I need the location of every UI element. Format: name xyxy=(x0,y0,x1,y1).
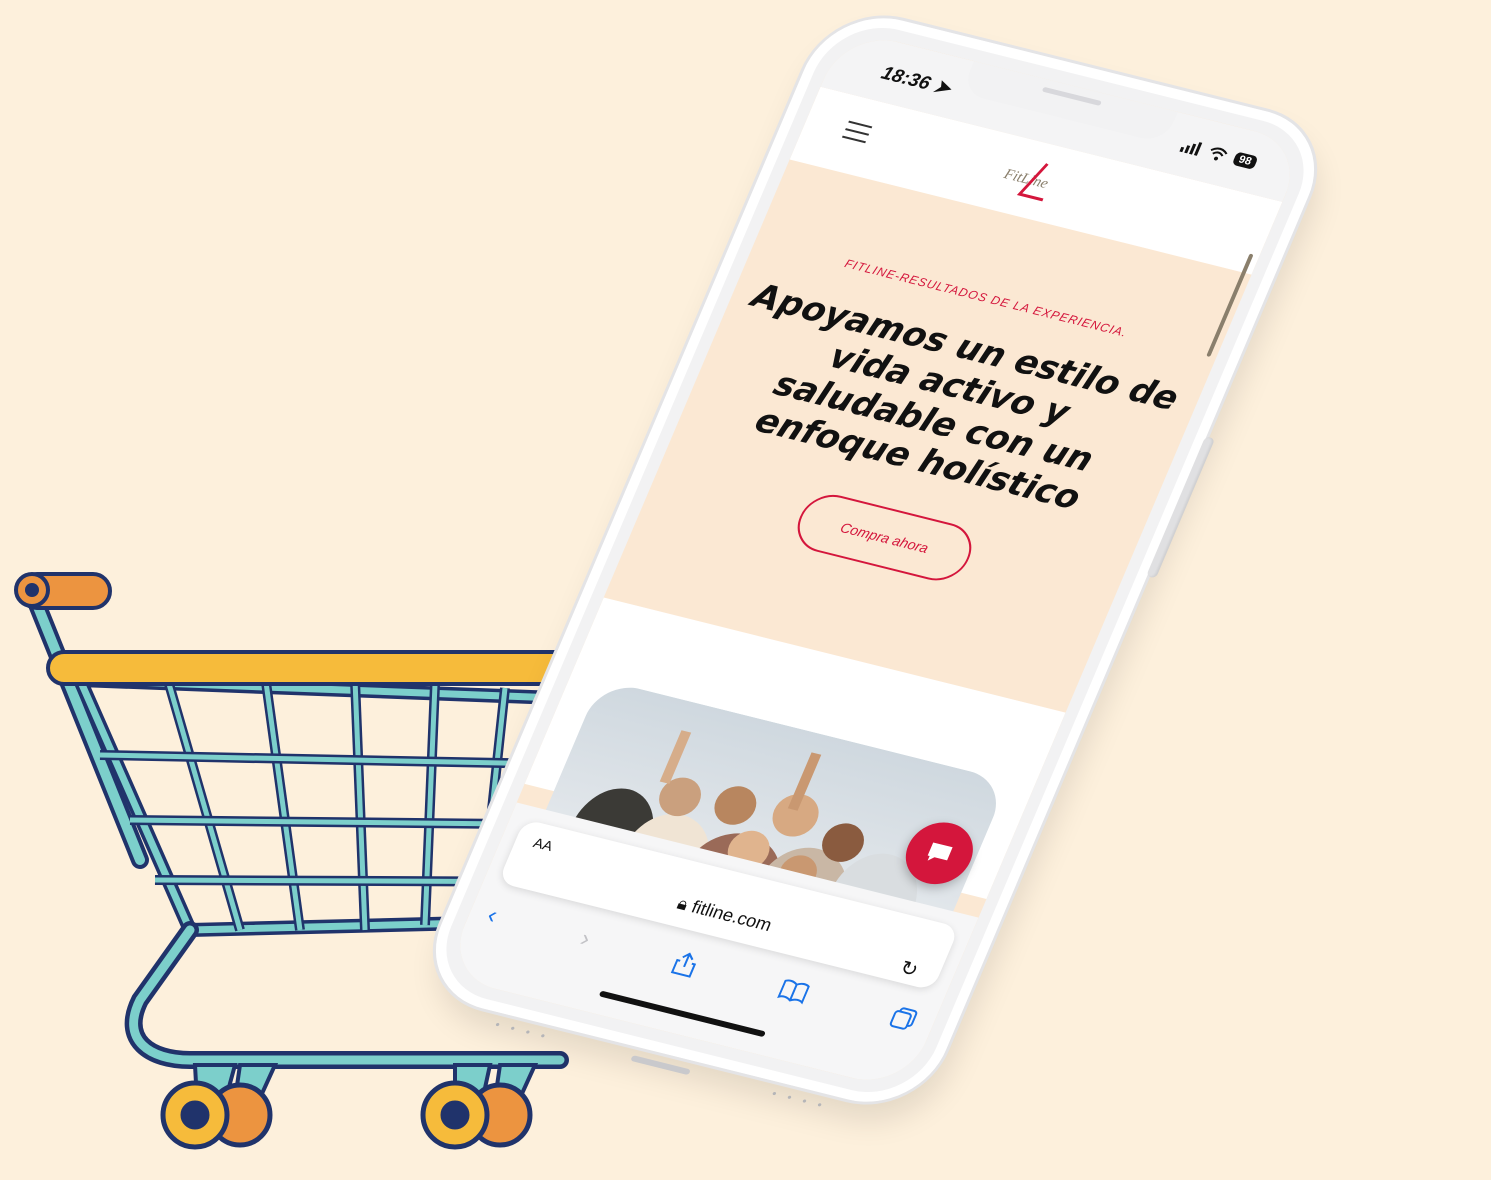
chevron-left-icon[interactable]: ‹ xyxy=(483,902,501,930)
share-icon[interactable] xyxy=(669,949,701,979)
status-time-text: 18:36 xyxy=(878,62,934,95)
speaker-holes-right: • • • • xyxy=(769,1086,829,1113)
status-icons: 98 xyxy=(1179,138,1259,170)
book-icon[interactable] xyxy=(776,978,811,1005)
wifi-icon xyxy=(1210,147,1228,161)
hero-headline: Apoyamos un estilo de vida activo y salu… xyxy=(745,276,1185,519)
cellular-signal-icon xyxy=(1179,142,1203,156)
url-text: fitline.com xyxy=(688,896,776,936)
chevron-right-icon[interactable]: › xyxy=(576,925,594,953)
status-time: 18:36 ➤ xyxy=(878,62,955,100)
buy-now-button[interactable]: Compra ahora xyxy=(788,488,981,587)
stage: 18:36 ➤ 98 FitLine FITLINE-RESULTADOS DE… xyxy=(0,0,1491,1180)
location-arrow-icon: ➤ xyxy=(930,76,955,100)
speaker-grille xyxy=(1041,86,1102,106)
chat-bubble-icon xyxy=(927,842,953,861)
battery-level: 98 xyxy=(1236,153,1254,168)
hamburger-menu-icon[interactable] xyxy=(841,120,873,144)
fitline-logo[interactable]: FitLine xyxy=(988,150,1084,212)
tabs-icon[interactable] xyxy=(887,1004,920,1032)
battery-icon: 98 xyxy=(1231,151,1259,170)
text-size-button[interactable]: AA xyxy=(531,834,555,853)
